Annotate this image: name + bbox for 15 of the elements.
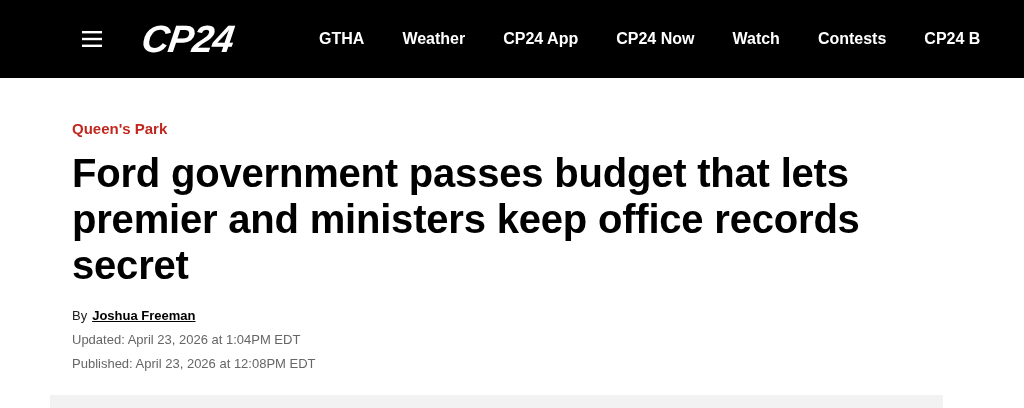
headline: Ford government passes budget that lets premier and ministers keep office records secret <box>72 150 861 288</box>
updated-date: Updated: April 23, 2026 at 1:04PM EDT <box>72 332 302 347</box>
nav-link[interactable]: CP24 B <box>924 30 981 48</box>
site-logo[interactable]: CP24 <box>139 17 237 61</box>
byline-prefix: By <box>72 308 88 323</box>
nav-link[interactable]: Weather <box>402 30 466 48</box>
nav-link[interactable]: CP24 Now <box>616 30 695 48</box>
nav-link[interactable]: GTHA <box>319 30 365 48</box>
menu-icon[interactable] <box>82 31 102 47</box>
author-link[interactable]: Joshua Freeman <box>92 308 196 323</box>
nav-link[interactable]: Watch <box>732 30 780 48</box>
nav-link[interactable]: Contests <box>817 30 887 48</box>
published-date: Published: April 23, 2026 at 12:08PM EDT <box>72 356 317 371</box>
nav-link[interactable]: CP24 App <box>503 30 579 48</box>
category-link[interactable]: Queen's Park <box>72 120 168 137</box>
